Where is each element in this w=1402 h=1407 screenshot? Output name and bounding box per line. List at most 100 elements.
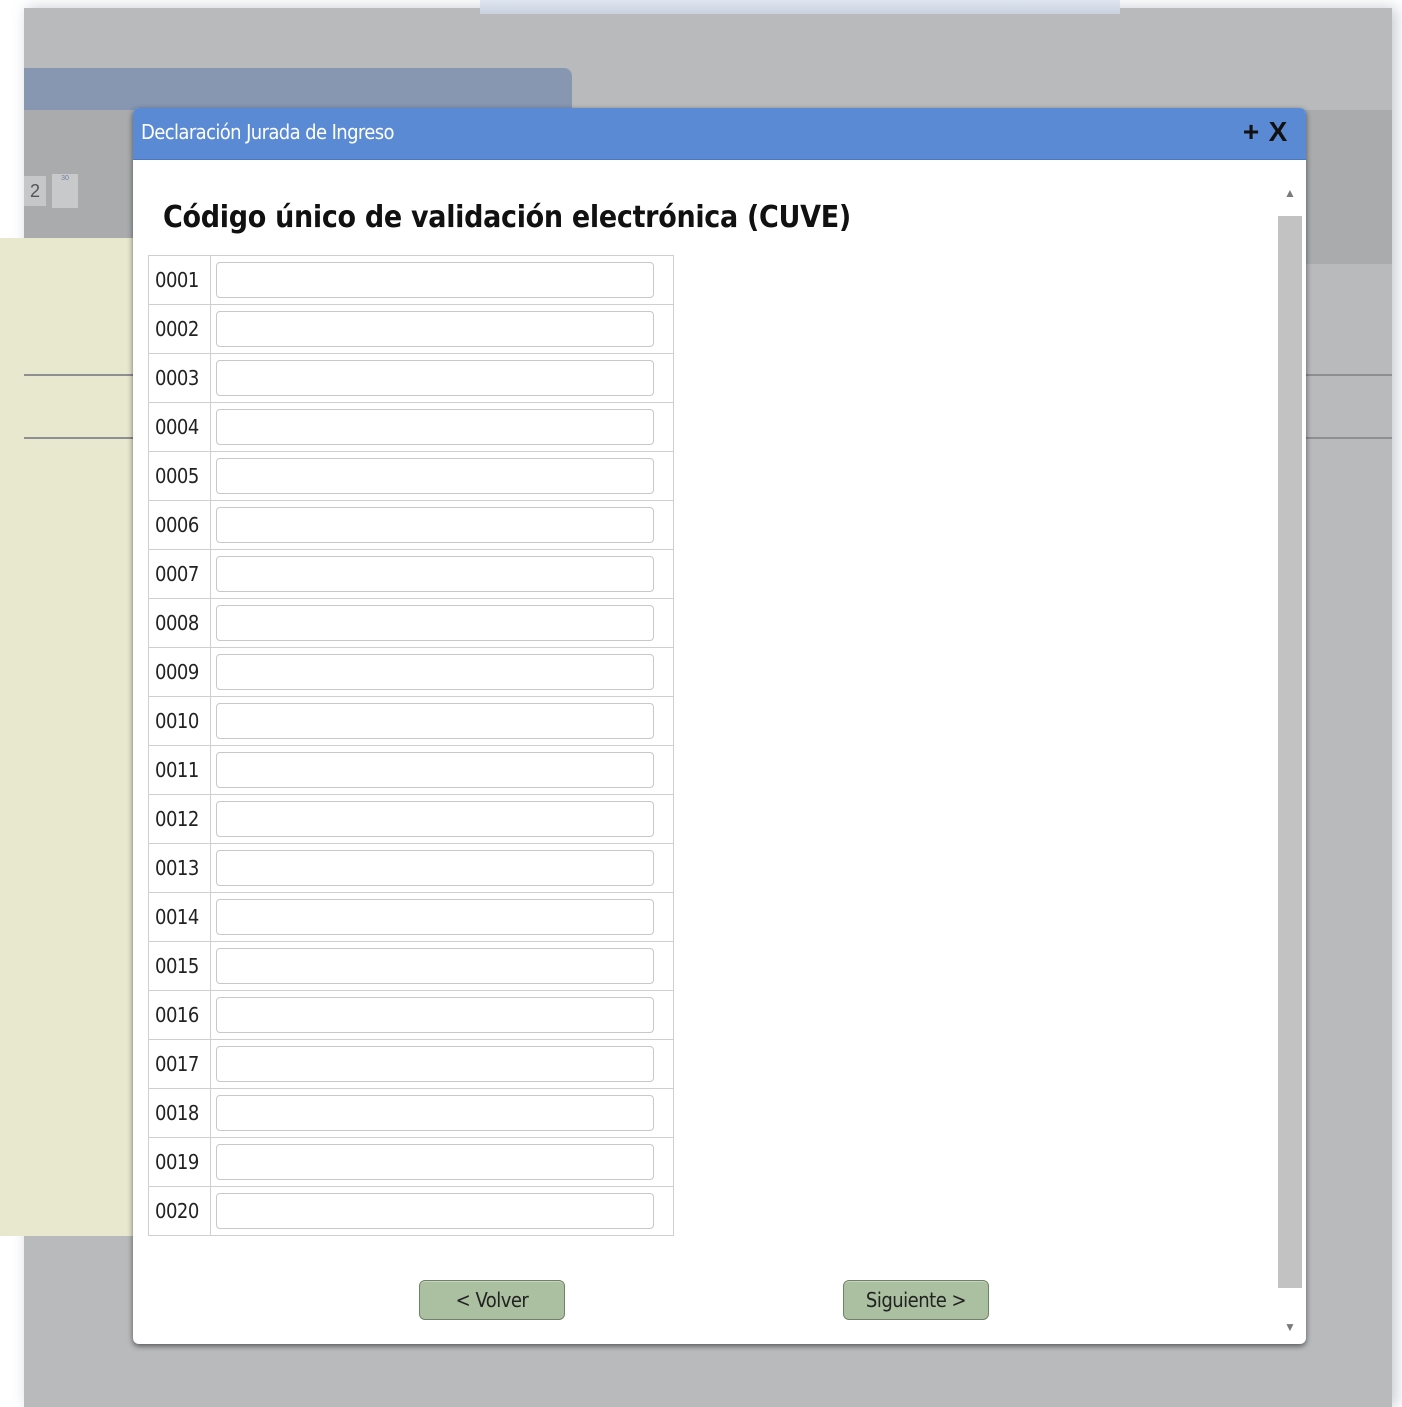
cuve-code-input[interactable]: [216, 409, 654, 445]
table-row: 0010: [148, 696, 674, 746]
table-row: 0006: [148, 500, 674, 550]
table-row: 0014: [148, 892, 674, 942]
cuve-input-cell: [210, 1137, 674, 1187]
cuve-code-input[interactable]: [216, 703, 654, 739]
cuve-row-number: 0015: [148, 941, 211, 991]
cuve-code-input[interactable]: [216, 752, 654, 788]
background-divider: [1306, 374, 1392, 376]
cuve-row-number: 0008: [148, 598, 211, 648]
background-divider: [1306, 437, 1392, 439]
table-row: 0002: [148, 304, 674, 354]
table-row: 0016: [148, 990, 674, 1040]
cuve-row-number: 0019: [148, 1137, 211, 1187]
background-top-strip: [480, 0, 1120, 14]
table-row: 0020: [148, 1186, 674, 1236]
cuve-code-input[interactable]: [216, 654, 654, 690]
cuve-input-cell: [210, 1039, 674, 1089]
background-calendar-value: 30: [61, 175, 69, 182]
cuve-row-number: 0011: [148, 745, 211, 795]
cuve-input-cell: [210, 255, 674, 305]
cuve-row-number: 0009: [148, 647, 211, 697]
cuve-code-input[interactable]: [216, 458, 654, 494]
table-row: 0011: [148, 745, 674, 795]
cuve-input-cell: [210, 647, 674, 697]
cuve-row-number: 0001: [148, 255, 211, 305]
cuve-code-input[interactable]: [216, 997, 654, 1033]
cuve-input-cell: [210, 549, 674, 599]
table-row: 0012: [148, 794, 674, 844]
cuve-input-cell: [210, 990, 674, 1040]
table-row: 0004: [148, 402, 674, 452]
cuve-input-cell: [210, 304, 674, 354]
close-icon[interactable]: X: [1265, 116, 1291, 148]
cuve-code-input[interactable]: [216, 605, 654, 641]
cuve-code-input[interactable]: [216, 850, 654, 886]
table-row: 0017: [148, 1039, 674, 1089]
cuve-input-cell: [210, 1186, 674, 1236]
next-button[interactable]: Siguiente >: [843, 1280, 989, 1320]
scrollbar-thumb[interactable]: [1278, 216, 1302, 1288]
cuve-row-number: 0017: [148, 1039, 211, 1089]
cuve-input-cell: [210, 696, 674, 746]
cuve-row-number: 0012: [148, 794, 211, 844]
cuve-code-input[interactable]: [216, 1095, 654, 1131]
cuve-table: 0001 0002 0003 0004 0005 0006 0007 0008 0009 0010…: [148, 255, 674, 1236]
back-button[interactable]: < Volver: [419, 1280, 565, 1320]
table-row: 0001: [148, 255, 674, 305]
page-title: Código único de validación electrónica (…: [163, 200, 851, 235]
vertical-scrollbar[interactable]: ▲ ▼: [1277, 170, 1303, 1342]
table-row: 0019: [148, 1137, 674, 1187]
cuve-row-number: 0007: [148, 549, 211, 599]
table-row: 0008: [148, 598, 674, 648]
cuve-input-cell: [210, 451, 674, 501]
cuve-code-input[interactable]: [216, 1193, 654, 1229]
cuve-code-input[interactable]: [216, 1144, 654, 1180]
dialog-content: Código único de validación electrónica (…: [133, 160, 1277, 1344]
cuve-code-input[interactable]: [216, 262, 654, 298]
cuve-input-cell: [210, 941, 674, 991]
table-row: 0003: [148, 353, 674, 403]
table-row: 0007: [148, 549, 674, 599]
background-tab-bar: [24, 68, 572, 110]
maximize-icon[interactable]: +: [1238, 116, 1264, 148]
cuve-row-number: 0020: [148, 1186, 211, 1236]
cuve-row-number: 0005: [148, 451, 211, 501]
scroll-down-arrow-icon[interactable]: ▼: [1277, 1314, 1303, 1340]
cuve-code-input[interactable]: [216, 801, 654, 837]
cuve-dialog: Declaración Jurada de Ingreso + X Código…: [133, 108, 1306, 1344]
table-row: 0015: [148, 941, 674, 991]
cuve-row-number: 0006: [148, 500, 211, 550]
cuve-input-cell: [210, 843, 674, 893]
cuve-input-cell: [210, 402, 674, 452]
cuve-row-number: 0013: [148, 843, 211, 893]
table-row: 0013: [148, 843, 674, 893]
cuve-input-cell: [210, 892, 674, 942]
dialog-title: Declaración Jurada de Ingreso: [141, 120, 395, 144]
cuve-row-number: 0018: [148, 1088, 211, 1138]
background-side-panel: [0, 238, 140, 1236]
cuve-code-input[interactable]: [216, 899, 654, 935]
cuve-row-number: 0004: [148, 402, 211, 452]
cuve-input-cell: [210, 353, 674, 403]
background-calendar-icon: 30: [52, 174, 78, 208]
cuve-row-number: 0010: [148, 696, 211, 746]
scroll-up-arrow-icon[interactable]: ▲: [1277, 180, 1303, 206]
background-divider: [24, 437, 134, 439]
dialog-titlebar[interactable]: Declaración Jurada de Ingreso + X: [133, 108, 1306, 160]
cuve-row-number: 0016: [148, 990, 211, 1040]
table-row: 0009: [148, 647, 674, 697]
cuve-row-number: 0002: [148, 304, 211, 354]
cuve-input-cell: [210, 1088, 674, 1138]
cuve-code-input[interactable]: [216, 507, 654, 543]
cuve-code-input[interactable]: [216, 1046, 654, 1082]
cuve-input-cell: [210, 794, 674, 844]
cuve-row-number: 0014: [148, 892, 211, 942]
cuve-code-input[interactable]: [216, 360, 654, 396]
background-page-number: 2: [24, 176, 46, 206]
cuve-input-cell: [210, 598, 674, 648]
cuve-code-input[interactable]: [216, 311, 654, 347]
cuve-code-input[interactable]: [216, 556, 654, 592]
cuve-code-input[interactable]: [216, 948, 654, 984]
cuve-input-cell: [210, 745, 674, 795]
background-divider: [24, 374, 134, 376]
